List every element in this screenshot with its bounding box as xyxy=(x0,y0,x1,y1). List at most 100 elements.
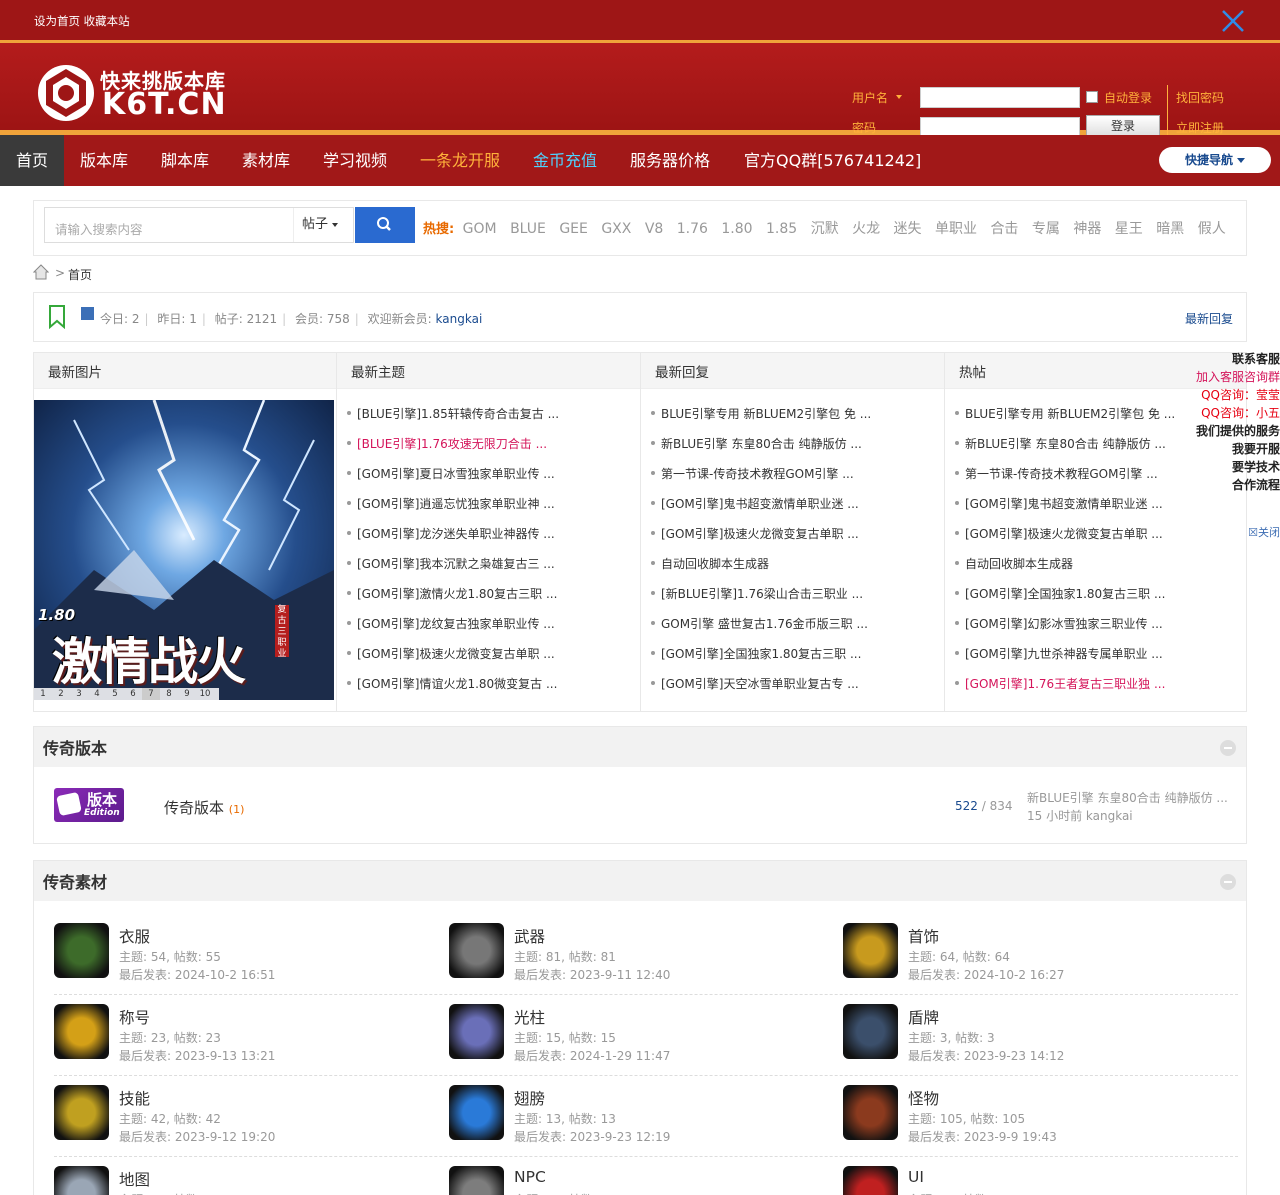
pager-item[interactable]: 8 xyxy=(160,688,178,700)
section-header[interactable]: 传奇素材 xyxy=(34,861,1246,901)
hot-word[interactable]: 专属 xyxy=(1032,221,1060,237)
list-item[interactable]: [GOM引擎]我本沉默之枭雄复古三 ... xyxy=(347,555,640,585)
auto-login-label[interactable]: 自动登录 xyxy=(1104,89,1152,106)
close-panel-button[interactable]: ☒关闭 xyxy=(1190,524,1280,542)
shield-icon[interactable] xyxy=(843,1004,898,1059)
list-item[interactable]: [GOM引擎]鬼书超变激情单职业迷 ... xyxy=(651,495,944,525)
list-item[interactable]: [GOM引擎]龙汐迷失单职业神器传 ... xyxy=(347,525,640,555)
service-cooperation[interactable]: 合作流程 xyxy=(1190,476,1280,494)
forum-item-name[interactable]: 光柱 xyxy=(514,1006,545,1028)
nav-materials[interactable]: 素材库 xyxy=(242,135,290,186)
forum-item-monster[interactable]: 怪物 主题: 105, 帖数: 105 最后发表: 2023-9-9 19:43 xyxy=(843,1085,1223,1155)
ui-icon[interactable] xyxy=(843,1166,898,1195)
search-input[interactable]: 请输入搜索内容 帖子 xyxy=(44,207,354,243)
weapon-icon[interactable] xyxy=(449,923,504,978)
hot-word[interactable]: 假人 xyxy=(1198,221,1226,237)
list-item[interactable]: 新BLUE引擎 东皇80合击 纯静版仿 ... xyxy=(651,435,944,465)
forum-item-last[interactable]: 最后发表: 2023-9-13 13:21 xyxy=(119,1047,275,1064)
forum-item-name[interactable]: UI xyxy=(908,1168,924,1186)
forum-item-last[interactable]: 最后发表: 2024-1-29 11:47 xyxy=(514,1047,670,1064)
list-item[interactable]: 自动回收脚本生成器 xyxy=(651,555,944,585)
nav-home[interactable]: 首页 xyxy=(0,135,64,186)
jewelry-icon[interactable] xyxy=(843,923,898,978)
wings-icon[interactable] xyxy=(449,1085,504,1140)
list-item[interactable]: 自动回收脚本生成器 xyxy=(955,555,1246,585)
list-item[interactable]: 第一节课-传奇技术教程GOM引擎 ... xyxy=(651,465,944,495)
list-item[interactable]: [GOM引擎]全国独家1.80复古三职 ... xyxy=(651,645,944,675)
hot-word[interactable]: 合击 xyxy=(990,221,1018,237)
forum-item-name[interactable]: 衣服 xyxy=(119,925,150,947)
chevron-down-icon[interactable] xyxy=(896,95,902,99)
forum-item-last[interactable]: 最后发表: 2023-9-11 12:40 xyxy=(514,966,670,983)
service-open-server[interactable]: 我要开服 xyxy=(1190,440,1280,458)
hot-word[interactable]: GOM xyxy=(463,221,497,237)
forum-item-light-pillar[interactable]: 光柱 主题: 15, 帖数: 15 最后发表: 2024-1-29 11:47 xyxy=(449,1004,829,1074)
forum-item-last[interactable]: 最后发表: 2023-9-23 12:19 xyxy=(514,1128,670,1145)
list-item[interactable]: [GOM引擎]极速火龙微变复古单职 ... xyxy=(651,525,944,555)
forum-item-last[interactable]: 最后发表: 2023-9-9 19:43 xyxy=(908,1128,1057,1145)
bookmark-icon[interactable] xyxy=(48,305,66,329)
list-item[interactable]: [GOM引擎]九世杀神器专属单职业 ... xyxy=(955,645,1246,675)
list-item[interactable]: [GOM引擎]逍遥忘忧独家单职业神 ... xyxy=(347,495,640,525)
last-post-time[interactable]: 15 小时前 kangkai xyxy=(1027,807,1228,825)
nav-videos[interactable]: 学习视频 xyxy=(323,135,387,186)
skill-icon[interactable] xyxy=(54,1085,109,1140)
collapse-icon[interactable] xyxy=(1220,874,1236,890)
forum-item-name[interactable]: 盾牌 xyxy=(908,1006,939,1028)
qq-consult-1[interactable]: QQ咨询：莹莹 xyxy=(1190,386,1280,404)
section-header[interactable]: 传奇版本 xyxy=(34,727,1246,767)
title-icon[interactable] xyxy=(54,1004,109,1059)
list-item[interactable]: GOM引擎 盛世复古1.76金币版三职 ... xyxy=(651,615,944,645)
nav-coin-recharge[interactable]: 金币充值 xyxy=(533,135,597,186)
forum-item-ui[interactable]: UI 主题: 31, 帖数: 31 xyxy=(843,1166,1223,1195)
pager-item[interactable]: 2 xyxy=(52,688,70,700)
list-item[interactable]: [GOM引擎]幻影冰雪独家三职业传 ... xyxy=(955,615,1246,645)
forum-item-last[interactable]: 最后发表: 2024-10-2 16:51 xyxy=(119,966,275,983)
hot-word[interactable]: 迷失 xyxy=(894,221,922,237)
pager-item[interactable]: 4 xyxy=(88,688,106,700)
hot-word[interactable]: 暗黑 xyxy=(1156,221,1184,237)
forum-item-map[interactable]: 地图主题: 26, 帖数: 27 xyxy=(54,1166,434,1195)
forum-item-name[interactable]: 武器 xyxy=(514,925,545,947)
new-member-link[interactable]: kangkai xyxy=(436,312,483,326)
clothes-icon[interactable] xyxy=(54,923,109,978)
list-item[interactable]: [GOM引擎]天空冰雪单职业复古专 ... xyxy=(651,675,944,705)
forum-item-name[interactable]: 地图 xyxy=(119,1168,150,1190)
list-item[interactable]: [GOM引擎]情谊火龙1.80微变复古 ... xyxy=(347,675,640,705)
pager-item[interactable]: 9 xyxy=(178,688,196,700)
forum-item-clothes[interactable]: 衣服 主题: 54, 帖数: 55 最后发表: 2024-10-2 16:51 xyxy=(54,923,434,993)
pager-item[interactable]: 3 xyxy=(70,688,88,700)
hot-word[interactable]: 1.80 xyxy=(721,221,752,237)
username-input[interactable] xyxy=(920,87,1080,108)
forum-item-last[interactable]: 最后发表: 2023-9-23 14:12 xyxy=(908,1047,1064,1064)
pager-item[interactable]: 5 xyxy=(106,688,124,700)
hot-word[interactable]: V8 xyxy=(645,221,663,237)
edition-icon[interactable]: 版本 Edition xyxy=(54,788,124,822)
list-item[interactable]: [GOM引擎]龙纹复古独家单职业传 ... xyxy=(347,615,640,645)
list-item[interactable]: [GOM引擎]1.76王者复古三职业独 ... xyxy=(955,675,1246,705)
featured-picture[interactable]: 1.80 激情战火 复古三职业 1 2 3 4 5 6 7 8 9 10 xyxy=(34,400,334,700)
hot-word[interactable]: 单职业 xyxy=(935,221,977,237)
map-icon[interactable] xyxy=(54,1166,109,1195)
forum-item-skill[interactable]: 技能 主题: 42, 帖数: 42 最后发表: 2023-9-12 19:20 xyxy=(54,1085,434,1155)
list-item[interactable]: BLUE引擎专用 新BLUEM2引擎包 免 ... xyxy=(651,405,944,435)
npc-icon[interactable] xyxy=(449,1166,504,1195)
forum-item-jewelry[interactable]: 首饰 主题: 64, 帖数: 64 最后发表: 2024-10-2 16:27 xyxy=(843,923,1223,993)
hot-word[interactable]: 火龙 xyxy=(852,221,880,237)
forum-item-wings[interactable]: 翅膀 主题: 13, 帖数: 13 最后发表: 2023-9-23 12:19 xyxy=(449,1085,829,1155)
forum-item-last[interactable]: 最后发表: 2024-10-2 16:27 xyxy=(908,966,1064,983)
close-icon[interactable] xyxy=(1220,8,1246,34)
forum-item-title[interactable]: 称号 主题: 23, 帖数: 23 最后发表: 2023-9-13 13:21 xyxy=(54,1004,434,1074)
top-links[interactable]: 设为首页 收藏本站 xyxy=(34,13,130,29)
collapse-icon[interactable] xyxy=(1220,740,1236,756)
hot-word[interactable]: 1.76 xyxy=(677,221,708,237)
forum-item-name[interactable]: 翅膀 xyxy=(514,1087,545,1109)
list-item[interactable]: [GOM引擎]激情火龙1.80复古三职 ... xyxy=(347,585,640,615)
nav-server-price[interactable]: 服务器价格 xyxy=(630,135,710,186)
forum-item-name[interactable]: 怪物 xyxy=(908,1087,939,1109)
list-item[interactable]: [BLUE引擎]1.76攻速无限刀合击 ... xyxy=(347,435,640,465)
forum-item-name[interactable]: 首饰 xyxy=(908,925,939,947)
pager-item-active[interactable]: 7 xyxy=(142,688,160,700)
hot-word[interactable]: 1.85 xyxy=(766,221,797,237)
pager-item[interactable]: 10 xyxy=(196,688,214,700)
